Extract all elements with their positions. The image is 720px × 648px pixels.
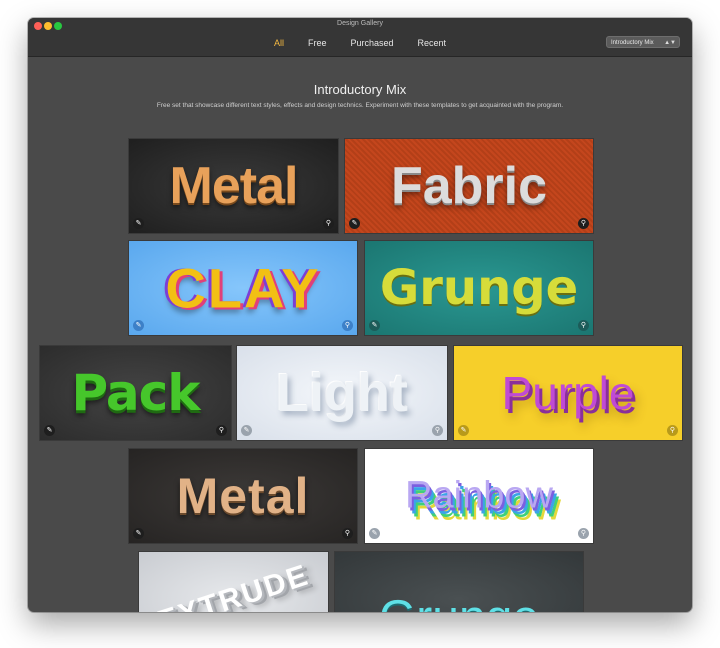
template-title: Metal [169,157,299,215]
template-card-metal-rust[interactable]: Metal ✎ ⚲ [128,448,358,544]
zoom-magnifier-icon[interactable]: ⚲ [578,320,589,331]
template-card-pack[interactable]: Pack ✎ ⚲ [39,345,232,441]
edit-pencil-icon[interactable]: ✎ [369,320,380,331]
zoom-magnifier-icon[interactable]: ⚲ [323,218,334,229]
tab-recent[interactable]: Recent [406,37,459,49]
template-title: Pack [71,364,201,422]
template-card-purple[interactable]: Purple ✎ ⚲ [453,345,683,441]
edit-pencil-icon[interactable]: ✎ [369,528,380,539]
template-title: Metal [176,468,310,524]
edit-pencil-icon[interactable]: ✎ [133,320,144,331]
zoom-magnifier-icon[interactable]: ⚲ [342,320,353,331]
edit-pencil-icon[interactable]: ✎ [133,528,144,539]
collection-select[interactable]: Introductory Mix ▲▼ [606,36,680,48]
tab-free[interactable]: Free [296,37,339,49]
titlebar: Design Gallery All Free Purchased Recent… [28,18,692,57]
template-title: Fabric [390,157,548,215]
template-card-clay[interactable]: CLAY ✎ ⚲ [128,240,358,336]
design-gallery-window: Design Gallery All Free Purchased Recent… [28,18,692,612]
template-card-fabric[interactable]: Fabric ✎ ⚲ [344,138,594,234]
template-card-rainbow[interactable]: Rainbow ✎ ⚲ [364,448,594,544]
zoom-magnifier-icon[interactable]: ⚲ [342,528,353,539]
zoom-magnifier-icon[interactable]: ⚲ [216,425,227,436]
template-title: EXTRUDE [153,558,314,612]
template-card-metal[interactable]: Metal ✎ ⚲ [128,138,339,234]
updown-chevron-icon: ▲▼ [664,40,676,46]
collection-select-value: Introductory Mix [611,40,654,46]
zoom-magnifier-icon[interactable]: ⚲ [432,425,443,436]
template-card-grunge-cyan[interactable]: Grunge [334,551,584,612]
template-title: Light [276,363,408,423]
template-card-grunge[interactable]: Grunge ✎ ⚲ [364,240,594,336]
page-description: Free set that showcase different text st… [156,102,564,109]
template-title: CLAY [165,256,321,320]
edit-pencil-icon[interactable]: ✎ [458,425,469,436]
window-title: Design Gallery [337,20,383,27]
template-title: Grunge [379,260,579,316]
tab-all[interactable]: All [262,37,296,49]
filter-tabs: All Free Purchased Recent [28,37,692,49]
page-title: Introductory Mix [313,82,407,97]
edit-pencil-icon[interactable]: ✎ [349,218,360,229]
tab-purchased[interactable]: Purchased [338,37,405,49]
edit-pencil-icon[interactable]: ✎ [44,425,55,436]
template-card-light[interactable]: Light ✎ ⚲ [236,345,448,441]
template-card-extrude[interactable]: EXTRUDE [138,551,329,612]
template-title: Grunge [335,590,583,612]
template-title: Rainbow [405,474,553,517]
zoom-magnifier-icon[interactable]: ⚲ [667,425,678,436]
template-title: Purple [501,367,635,419]
edit-pencil-icon[interactable]: ✎ [133,218,144,229]
edit-pencil-icon[interactable]: ✎ [241,425,252,436]
zoom-magnifier-icon[interactable]: ⚲ [578,528,589,539]
zoom-magnifier-icon[interactable]: ⚲ [578,218,589,229]
